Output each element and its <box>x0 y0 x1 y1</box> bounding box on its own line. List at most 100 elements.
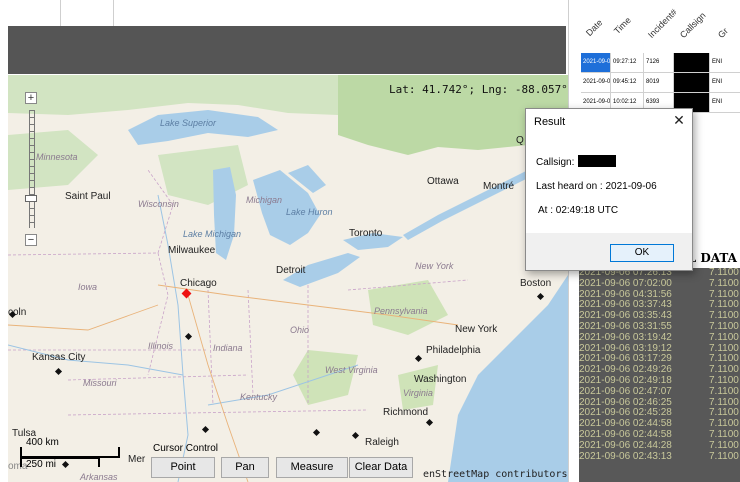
column-header-callsign[interactable]: Callsign <box>678 10 708 40</box>
column-header-incident[interactable]: Incident# <box>646 7 679 40</box>
scale-mi-label: 250 mi <box>26 459 57 470</box>
zoom-slider-track[interactable] <box>29 110 35 228</box>
data-timestamp: 2021-09-06 02:43:13 <box>579 450 672 462</box>
top-grid-area <box>8 0 566 27</box>
map-label: Pennsylvania <box>374 306 428 316</box>
incident-table[interactable]: 2021-09-05 09:27:12 7126 ENI 2021-09-05 … <box>581 53 740 113</box>
data-value: 7.1100 <box>709 331 739 343</box>
zoom-control[interactable]: + − <box>25 92 37 250</box>
data-timestamp: 2021-09-06 02:44:58 <box>579 428 672 440</box>
map-label: Kentucky <box>240 392 278 402</box>
table-header: Date Time Incident# Callsign Gr <box>579 0 740 52</box>
dialog-title: Result <box>534 116 566 128</box>
map-label: Iowa <box>78 282 98 292</box>
cell-incident[interactable]: 8019 <box>644 73 674 92</box>
pan-button[interactable]: Pan <box>221 457 269 478</box>
time-text: At : 02:49:18 UTC <box>538 205 619 216</box>
table-row[interactable]: 2021-09-05 09:27:12 7126 ENI <box>581 53 740 73</box>
cell-incident[interactable]: 7126 <box>644 53 674 72</box>
map-label: Lake Huron <box>286 207 333 217</box>
map-label: Michigan <box>246 195 283 205</box>
point-button[interactable]: Point <box>151 457 215 478</box>
map-label: Wisconsin <box>138 199 179 209</box>
cell-date[interactable]: 2021-09-05 <box>581 73 611 92</box>
coordinate-readout: Lat: 41.742°; Lng: -88.057° <box>389 83 568 96</box>
table-row[interactable]: 2021-09-05 09:45:12 8019 ENI <box>581 73 740 93</box>
map-label: Lake Michigan <box>183 229 242 239</box>
signal-data-list[interactable]: 2021-09-06 07:26:13 7.1100 2021-09-06 07:0… <box>579 268 740 482</box>
zoom-out-button[interactable]: − <box>25 234 37 246</box>
data-timestamp: 2021-09-06 03:19:12 <box>579 342 672 354</box>
data-timestamp: 2021-09-06 03:35:43 <box>579 310 672 322</box>
map-label: Toronto <box>349 228 383 239</box>
grid-divider <box>60 0 61 26</box>
map-label: Boston <box>520 278 552 289</box>
map-label: Minnesota <box>36 152 78 162</box>
ok-button[interactable]: OK <box>610 244 674 262</box>
scale-km-label: 400 km <box>26 437 59 448</box>
map-label: Montré <box>483 181 515 192</box>
map-label: New York <box>415 261 454 271</box>
cell-extra[interactable]: ENI <box>710 73 740 92</box>
data-timestamp: 2021-09-06 04:31:56 <box>579 288 672 300</box>
data-timestamp: 2021-09-06 02:49:18 <box>579 374 672 386</box>
grid-divider <box>113 0 114 26</box>
data-timestamp: 2021-09-06 02:45:28 <box>579 407 672 419</box>
measure-button[interactable]: Measure <box>276 457 348 478</box>
map-label: Philadelphia <box>426 345 481 356</box>
map-label: Richmond <box>383 407 429 418</box>
map-label: West Virginia <box>325 365 378 375</box>
data-timestamp: 2021-09-06 03:19:42 <box>579 331 672 343</box>
map-label: Detroit <box>276 265 306 276</box>
column-header-time[interactable]: Time <box>612 15 633 36</box>
cell-date[interactable]: 2021-09-05 <box>581 53 611 72</box>
toolbar-band <box>8 26 566 74</box>
map-label: Ohio <box>290 325 310 335</box>
column-header-date[interactable]: Date <box>584 17 605 38</box>
result-dialog: Result ✕ Callsign: Last heard on : 2021-… <box>525 108 693 271</box>
data-timestamp: 2021-09-06 02:44:28 <box>579 439 672 451</box>
data-value: 7.1100 <box>709 277 739 289</box>
column-header-extra[interactable]: Gr <box>716 26 730 40</box>
data-timestamp: 2021-09-06 02:44:58 <box>579 418 672 430</box>
data-timestamp: 2021-09-06 03:31:55 <box>579 320 672 332</box>
dialog-footer: OK <box>526 233 692 270</box>
map-label: Chicago <box>180 278 217 289</box>
map-attribution: enStreetMap contributors <box>423 469 568 480</box>
cell-extra[interactable]: ENI <box>710 93 740 112</box>
cell-time[interactable]: 09:45:12 <box>611 73 644 92</box>
zoom-slider-handle[interactable] <box>25 195 37 202</box>
cell-extra[interactable]: ENI <box>710 53 740 72</box>
map-scale: 400 km 250 mi <box>20 437 130 473</box>
data-timestamp: 2021-09-06 03:17:29 <box>579 353 672 365</box>
map-label: Washington <box>414 374 467 385</box>
map-label: Illinois <box>148 341 174 351</box>
map-label: New York <box>455 324 498 335</box>
map-label: Q <box>516 135 524 146</box>
data-timestamp: 2021-09-06 02:49:26 <box>579 364 672 376</box>
cell-callsign-redacted[interactable] <box>674 53 710 72</box>
map-label: Missouri <box>83 378 117 388</box>
data-value: 7.1100 <box>709 385 739 397</box>
zoom-in-button[interactable]: + <box>25 92 37 104</box>
data-row[interactable]: 2021-09-06 02:43:13 7.1100 <box>579 450 740 463</box>
map-label: Saint Paul <box>65 191 111 202</box>
map-label: Indiana <box>213 343 243 353</box>
last-heard-text: Last heard on : 2021-09-06 <box>536 181 657 192</box>
cell-time[interactable]: 09:27:12 <box>611 53 644 72</box>
map-label: Milwaukee <box>168 245 216 256</box>
data-value: 7.1100 <box>709 450 739 462</box>
map-label: Ottawa <box>427 176 459 187</box>
clear-data-button[interactable]: Clear Data <box>349 457 413 478</box>
map-basemap <box>8 75 568 482</box>
map-view[interactable]: Lat: 41.742°; Lng: -88.057° + − Lake Sup… <box>8 75 568 482</box>
map-label: Mer <box>128 454 146 465</box>
cell-callsign-redacted[interactable] <box>674 73 710 92</box>
close-icon[interactable]: ✕ <box>670 111 688 129</box>
data-timestamp: 2021-09-06 02:46:25 <box>579 396 672 408</box>
data-timestamp: 2021-09-06 07:02:00 <box>579 277 672 289</box>
data-timestamp: 2021-09-06 02:47:07 <box>579 385 672 397</box>
data-timestamp: 2021-09-06 03:37:43 <box>579 299 672 311</box>
data-value: 7.1100 <box>709 439 739 451</box>
cursor-control-title: Cursor Control <box>153 443 219 454</box>
